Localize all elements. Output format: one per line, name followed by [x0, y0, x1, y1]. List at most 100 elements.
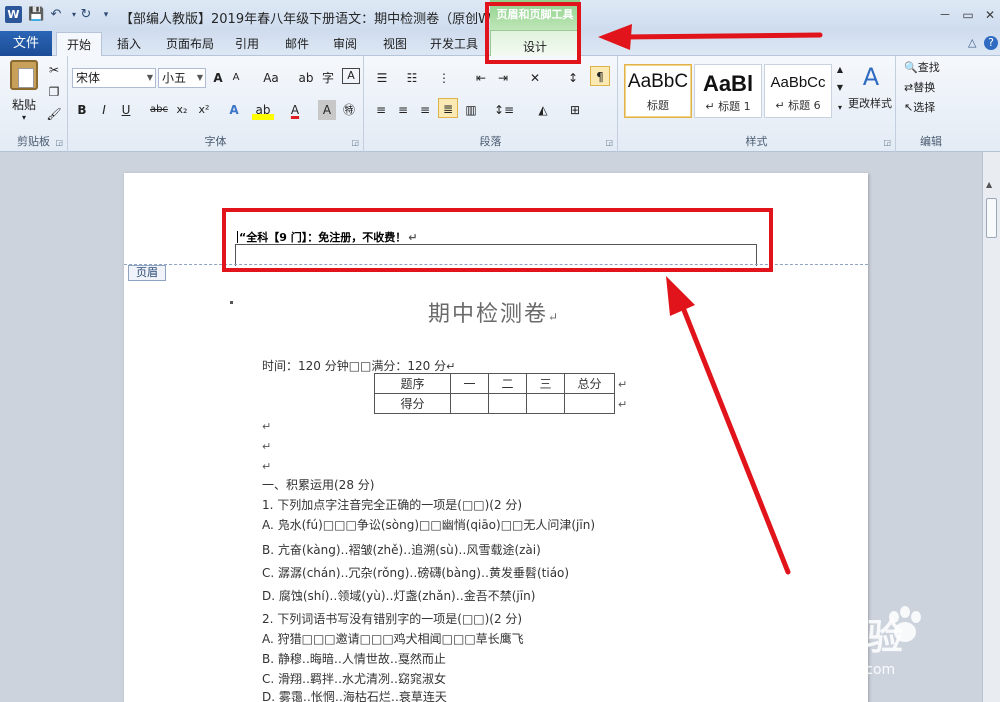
change-styles-icon[interactable]: A	[850, 62, 892, 92]
tab-mailings[interactable]: 邮件	[278, 32, 316, 56]
styles-scroll-up-icon[interactable]: ▲	[834, 60, 846, 80]
row-end-mark: ↵	[618, 398, 628, 411]
tab-developer[interactable]: 开发工具	[424, 32, 484, 56]
font-color-button[interactable]: A	[286, 100, 304, 120]
tab-file[interactable]: 文件	[0, 31, 52, 56]
character-shading-icon[interactable]: A	[318, 100, 336, 120]
table-cell[interactable]: 一	[450, 373, 489, 394]
enclosed-character-icon[interactable]: ㊕	[340, 100, 358, 120]
minimize-ribbon-icon[interactable]: △	[968, 36, 976, 49]
italic-button[interactable]: I	[96, 100, 112, 120]
clipboard-launcher-icon[interactable]: ◲	[55, 138, 63, 147]
sort-icon[interactable]: ↕	[564, 68, 582, 88]
shading-icon[interactable]: ◭	[532, 100, 554, 120]
strikethrough-button[interactable]: abc	[148, 100, 170, 120]
watermark-url: jingyan.baidu.com	[766, 662, 896, 678]
table-cell[interactable]	[526, 393, 565, 414]
scroll-up-icon[interactable]: ▲	[986, 180, 992, 189]
bullets-icon[interactable]: ☰	[372, 68, 392, 88]
maximize-button[interactable]: ▭	[960, 8, 976, 22]
bold-button[interactable]: B	[74, 100, 90, 120]
table-cell[interactable]	[488, 393, 527, 414]
shrink-font-button[interactable]: A	[228, 68, 244, 88]
tab-home[interactable]: 开始	[56, 32, 102, 56]
font-launcher-icon[interactable]: ◲	[351, 138, 359, 147]
table-cell[interactable]	[564, 393, 615, 414]
tab-review[interactable]: 审阅	[326, 32, 364, 56]
line-spacing-icon[interactable]: ↕≡	[492, 100, 516, 120]
replace-label: 替换	[913, 81, 936, 94]
numbering-icon[interactable]: ☷	[402, 68, 422, 88]
align-center-icon[interactable]: ≡	[394, 100, 412, 120]
chinese-layout-icon[interactable]: ✕	[524, 68, 546, 88]
superscript-button[interactable]: x²	[196, 100, 212, 120]
help-icon[interactable]: ?	[984, 36, 998, 50]
table-cell[interactable]: 三	[526, 373, 565, 394]
styles-group-label: 样式	[745, 135, 768, 148]
underline-button[interactable]: U	[118, 100, 134, 120]
font-size-value: 小五	[162, 71, 187, 85]
subscript-button[interactable]: x₂	[174, 100, 190, 120]
enclose-characters-icon[interactable]: 字	[318, 68, 338, 88]
find-button[interactable]: 🔍查找	[904, 58, 964, 78]
minimize-button[interactable]: －	[937, 8, 953, 22]
styles-launcher-icon[interactable]: ◲	[883, 138, 891, 147]
change-case-button[interactable]: Aa	[258, 68, 284, 88]
paste-button[interactable]: 粘贴 ▾	[6, 60, 42, 126]
undo-icon[interactable]: ↶	[48, 7, 64, 23]
format-painter-icon[interactable]: 🖌	[46, 104, 62, 124]
header-label-tag: 页眉	[128, 265, 166, 281]
replace-button[interactable]: ⇄替换	[904, 78, 964, 98]
text-effects-icon[interactable]: A	[224, 100, 244, 120]
row-end-mark: ↵	[618, 378, 628, 391]
page-title: 期中检测卷↵	[428, 296, 560, 328]
save-icon[interactable]: 💾	[28, 7, 44, 23]
table-cell[interactable]	[450, 393, 489, 414]
cut-icon[interactable]: ✂	[46, 60, 62, 80]
option-line: A. 凫水(fú)□□□争讼(sòng)□□幽悄(qiāo)□□无人问津(jīn…	[262, 518, 596, 532]
tab-view[interactable]: 视图	[376, 32, 414, 56]
paragraph-launcher-icon[interactable]: ◲	[605, 138, 613, 147]
decrease-indent-icon[interactable]: ⇤	[472, 68, 490, 88]
style-heading-1[interactable]: AaBl ↵ 标题 1	[694, 64, 762, 118]
redo-icon[interactable]: ↻	[78, 7, 94, 23]
scroll-thumb[interactable]	[986, 198, 997, 238]
grow-font-button[interactable]: A	[210, 68, 226, 88]
table-cell[interactable]: 二	[488, 373, 527, 394]
phonetic-guide-icon[interactable]: ab	[296, 68, 316, 88]
highlight-icon[interactable]: ab	[252, 100, 274, 120]
font-size-combo[interactable]: 小五 ▼	[158, 68, 206, 88]
select-button[interactable]: ↖选择	[904, 98, 964, 118]
justify-icon[interactable]: ≣	[438, 98, 458, 118]
tab-references[interactable]: 引用	[228, 32, 266, 56]
style-sample: AaBbC	[627, 71, 689, 92]
tab-insert[interactable]: 插入	[110, 32, 148, 56]
table-cell[interactable]: 总分	[564, 373, 615, 394]
word-app-icon[interactable]: W	[5, 6, 22, 23]
watermark-logo: Bai 经验	[760, 616, 905, 657]
character-border-icon[interactable]: A	[342, 68, 360, 84]
copy-icon[interactable]: ❐	[46, 82, 62, 102]
style-title[interactable]: AaBbC 标题	[624, 64, 692, 118]
paste-dropdown-icon[interactable]: ▾	[6, 113, 42, 122]
document-title: 【部编人教版】2019年春八年级下册语文：期中检测卷（原创W...	[120, 12, 502, 27]
borders-icon[interactable]: ⊞	[564, 100, 586, 120]
paragraph-mark: ↵	[262, 460, 272, 473]
change-styles-button[interactable]: 更改样式	[844, 94, 896, 114]
align-left-icon[interactable]: ≡	[372, 100, 390, 120]
multilevel-list-icon[interactable]: ⋮	[434, 68, 454, 88]
close-button[interactable]: ✕	[982, 8, 998, 22]
show-marks-icon[interactable]: ¶	[590, 66, 610, 86]
anchor-dot	[230, 301, 233, 304]
distributed-icon[interactable]: ▥	[462, 100, 480, 120]
section-heading: 一、积累运用(28 分)	[262, 478, 375, 492]
style-heading-6[interactable]: AaBbCc ↵ 标题 6	[764, 64, 832, 118]
tab-page-layout[interactable]: 页面布局	[160, 32, 220, 56]
table-cell[interactable]: 题序	[374, 373, 451, 394]
table-cell[interactable]: 得分	[374, 393, 451, 414]
increase-indent-icon[interactable]: ⇥	[494, 68, 512, 88]
customize-qat-icon[interactable]: ▾	[98, 7, 114, 23]
style-name: ↵ 标题 1	[705, 100, 751, 113]
align-right-icon[interactable]: ≡	[416, 100, 434, 120]
font-name-combo[interactable]: 宋体 ▼	[72, 68, 156, 88]
